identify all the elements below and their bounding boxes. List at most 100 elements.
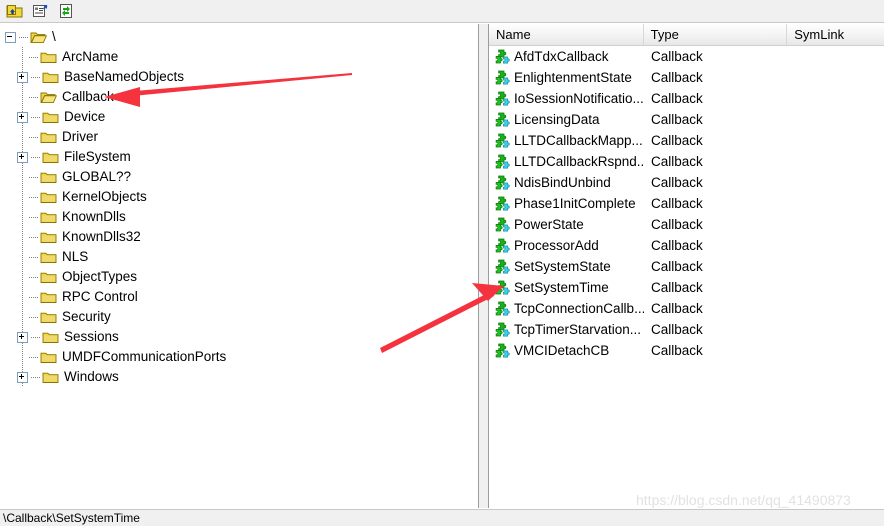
column-header-symlink[interactable]: SymLink: [787, 24, 884, 45]
tree-item[interactable]: GLOBAL??: [0, 167, 478, 187]
tree-panel[interactable]: \ ArcName BaseNamedObjects Callback Device Dr…: [0, 24, 479, 508]
list-row[interactable]: NdisBindUnbind Callback: [489, 172, 884, 193]
tree-item[interactable]: Windows: [0, 367, 478, 387]
tree-connector: [29, 96, 39, 98]
list-row[interactable]: EnlightenmentState Callback: [489, 67, 884, 88]
list-cell-name: IoSessionNotificatio...: [514, 91, 644, 106]
list-cell-name: SetSystemTime: [514, 280, 609, 295]
list-cell-name: LLTDCallbackMapp...: [514, 133, 643, 148]
tree-item[interactable]: BaseNamedObjects: [0, 67, 478, 87]
list-row[interactable]: TcpTimerStarvation... Callback: [489, 319, 884, 340]
folder-icon: [40, 172, 57, 183]
tree-item[interactable]: NLS: [0, 247, 478, 267]
refresh-icon[interactable]: [54, 1, 78, 22]
tree-connector: [29, 356, 39, 358]
tree-item-label: UMDFCommunicationPorts: [62, 349, 227, 364]
tree-guide-line: [22, 187, 23, 207]
tree-connector: [31, 376, 41, 378]
list-row[interactable]: AfdTdxCallback Callback: [489, 46, 884, 67]
callback-object-icon: [495, 259, 510, 273]
list-row[interactable]: SetSystemState Callback: [489, 256, 884, 277]
tree-connector: [29, 136, 39, 138]
tree-item-label: Windows: [64, 369, 119, 384]
folder-icon: [40, 252, 57, 263]
tree-connector: [29, 216, 39, 218]
tree-guide-line: [22, 127, 23, 147]
folder-icon: [40, 292, 57, 303]
tree-item-label: NLS: [62, 249, 89, 264]
list-cell-type: Callback: [651, 196, 703, 211]
tree-expand-icon[interactable]: [17, 151, 28, 163]
tree-item[interactable]: FileSystem: [0, 147, 478, 167]
folder-icon: [40, 132, 57, 143]
toolbar: [0, 0, 884, 23]
folder-icon: [42, 112, 59, 123]
list-row[interactable]: LLTDCallbackRspnd... Callback: [489, 151, 884, 172]
tree-connector: [29, 256, 39, 258]
tree-item[interactable]: ObjectTypes: [0, 267, 478, 287]
list-cell-type: Callback: [651, 112, 703, 127]
tree-item[interactable]: Sessions: [0, 327, 478, 347]
list-cell-type: Callback: [651, 217, 703, 232]
list-row[interactable]: SetSystemTime Callback: [489, 277, 884, 298]
tree-item-label: Device: [64, 109, 106, 124]
list-cell-name: VMCIDetachCB: [514, 343, 610, 358]
folder-icon: [40, 232, 57, 243]
tree-item[interactable]: UMDFCommunicationPorts: [0, 347, 478, 367]
column-header-type[interactable]: Type: [644, 24, 788, 45]
list-cell-type: Callback: [651, 280, 703, 295]
folder-icon: [42, 332, 59, 343]
list-cell-name: Phase1InitComplete: [514, 196, 636, 211]
tree-collapse-icon[interactable]: [5, 31, 16, 43]
folder-icon: [40, 192, 57, 203]
panel-splitter[interactable]: [479, 24, 488, 508]
tree-guide-line: [22, 47, 23, 67]
tree-item[interactable]: Security: [0, 307, 478, 327]
tree-guide-line: [22, 247, 23, 267]
tree-guide-line: [22, 227, 23, 247]
tree-guide-line: [22, 87, 23, 107]
callback-object-icon: [495, 70, 510, 84]
list-row[interactable]: ProcessorAdd Callback: [489, 235, 884, 256]
tree-item[interactable]: KernelObjects: [0, 187, 478, 207]
list-row[interactable]: LicensingData Callback: [489, 109, 884, 130]
list-panel[interactable]: Name Type SymLink AfdTdxCallback Callback…: [488, 24, 884, 508]
tree-item[interactable]: Device: [0, 107, 478, 127]
tree-item[interactable]: KnownDlls: [0, 207, 478, 227]
folder-icon: [42, 72, 59, 83]
column-header-name[interactable]: Name: [489, 24, 644, 45]
list-row[interactable]: Phase1InitComplete Callback: [489, 193, 884, 214]
tree-item-root[interactable]: \: [0, 27, 478, 47]
list-cell-name: LicensingData: [514, 112, 600, 127]
tree-expand-icon[interactable]: [17, 331, 28, 343]
tree-item[interactable]: Callback: [0, 87, 478, 107]
list-cell-type: Callback: [651, 154, 703, 169]
tree-expand-icon[interactable]: [17, 371, 28, 383]
folder-icon: [40, 212, 57, 223]
list-cell-name: TcpTimerStarvation...: [514, 322, 642, 337]
list-row[interactable]: TcpConnectionCallb... Callback: [489, 298, 884, 319]
list-row[interactable]: LLTDCallbackMapp... Callback: [489, 130, 884, 151]
list-cell-type: Callback: [651, 343, 703, 358]
folder-icon: [42, 152, 59, 163]
list-cell-type: Callback: [651, 322, 703, 337]
tree-item-label: Driver: [62, 129, 98, 144]
tree-item[interactable]: ArcName: [0, 47, 478, 67]
list-cell-type: Callback: [651, 49, 703, 64]
list-row[interactable]: VMCIDetachCB Callback: [489, 340, 884, 361]
tree-guide-line: [22, 267, 23, 287]
tree-connector: [31, 76, 41, 78]
list-cell-name: EnlightenmentState: [514, 70, 632, 85]
properties-icon[interactable]: [28, 1, 52, 22]
tree-expand-icon[interactable]: [17, 111, 28, 123]
tree-item[interactable]: KnownDlls32: [0, 227, 478, 247]
list-row[interactable]: PowerState Callback: [489, 214, 884, 235]
tree-item[interactable]: RPC Control: [0, 287, 478, 307]
list-row[interactable]: IoSessionNotificatio... Callback: [489, 88, 884, 109]
tree-expand-icon[interactable]: [17, 71, 28, 83]
up-folder-icon[interactable]: [2, 1, 26, 22]
tree-item[interactable]: Driver: [0, 127, 478, 147]
tree-connector: [29, 316, 39, 318]
list-cell-type: Callback: [651, 70, 703, 85]
tree-item-label: FileSystem: [64, 149, 131, 164]
